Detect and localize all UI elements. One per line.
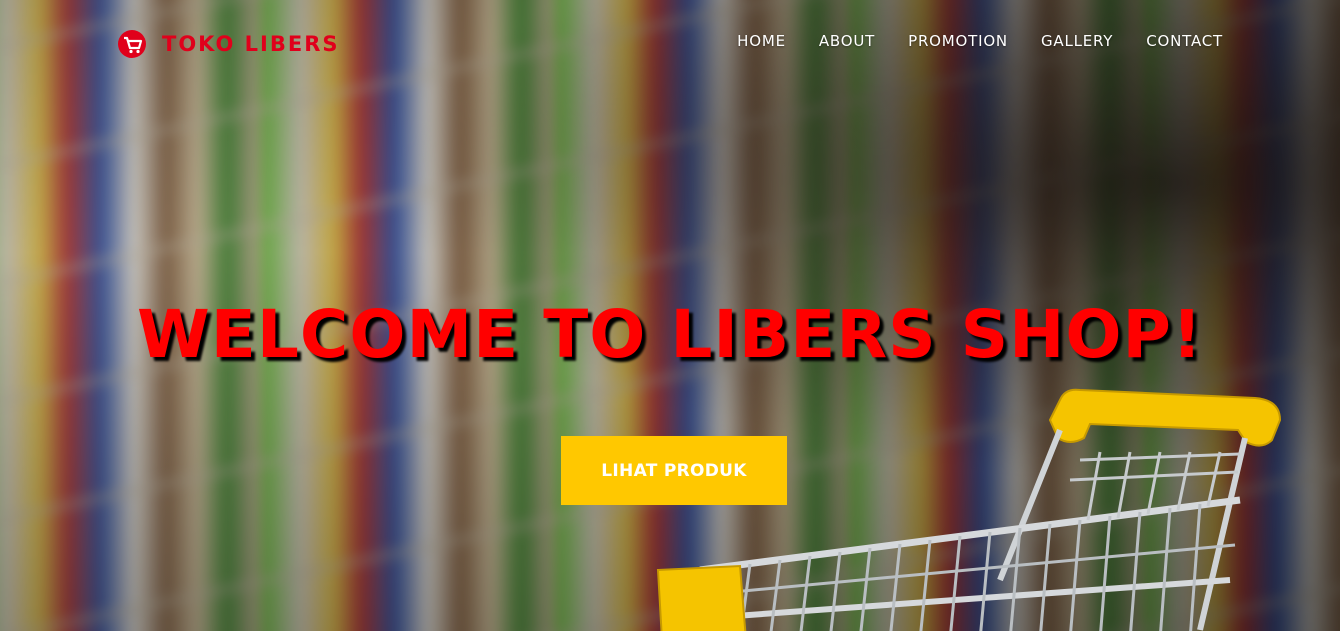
nav-link-about[interactable]: ABOUT (819, 32, 875, 50)
brand-link[interactable]: TOKO LIBERS (116, 28, 340, 60)
shopping-cart-logo-icon (118, 30, 146, 58)
navbar: TOKO LIBERS HOME ABOUT PROMOTION GALLERY… (0, 0, 1340, 86)
nav-item-about: ABOUT (819, 31, 875, 50)
nav-link-gallery[interactable]: GALLERY (1041, 32, 1113, 50)
nav-item-home: HOME (737, 31, 786, 50)
nav-item-promotion: PROMOTION (908, 31, 1008, 50)
nav-link-home[interactable]: HOME (737, 32, 786, 50)
view-products-button[interactable]: LIHAT PRODUK (561, 436, 787, 505)
hero-headline: WELCOME TO LIBERS SHOP! (136, 296, 1203, 373)
nav-item-contact: CONTACT (1146, 31, 1223, 50)
brand-name: TOKO LIBERS (162, 32, 340, 56)
nav-link-contact[interactable]: CONTACT (1146, 32, 1223, 50)
nav-link-promotion[interactable]: PROMOTION (908, 32, 1008, 50)
hero-section: TOKO LIBERS HOME ABOUT PROMOTION GALLERY… (0, 0, 1340, 631)
nav-item-gallery: GALLERY (1041, 31, 1113, 50)
shopping-cart-image (656, 388, 1282, 631)
nav-menu: HOME ABOUT PROMOTION GALLERY CONTACT (737, 31, 1223, 50)
